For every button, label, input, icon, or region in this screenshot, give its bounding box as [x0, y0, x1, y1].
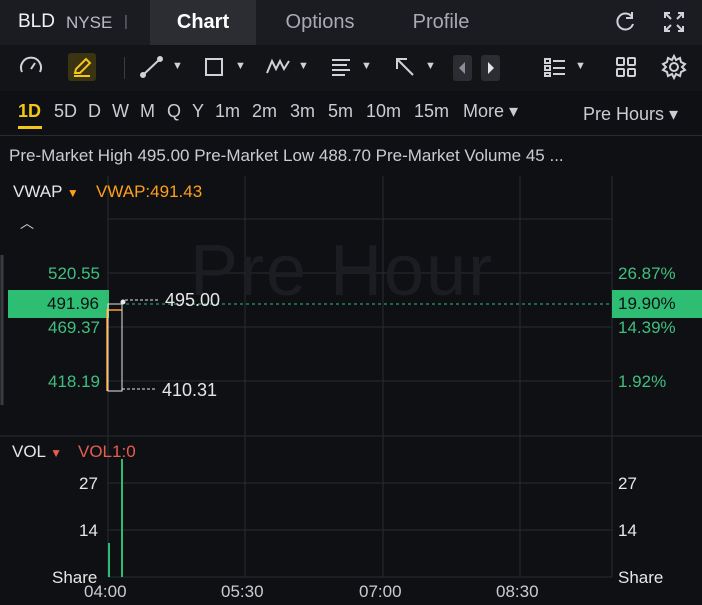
time-label: 07:00 [359, 582, 402, 601]
volume-bars [108, 459, 123, 577]
volume-bar [108, 543, 110, 577]
time-label: 05:30 [221, 582, 264, 601]
time-label: 04:00 [84, 582, 127, 601]
volume-bar [121, 459, 123, 577]
time-label: 08:30 [496, 582, 539, 601]
